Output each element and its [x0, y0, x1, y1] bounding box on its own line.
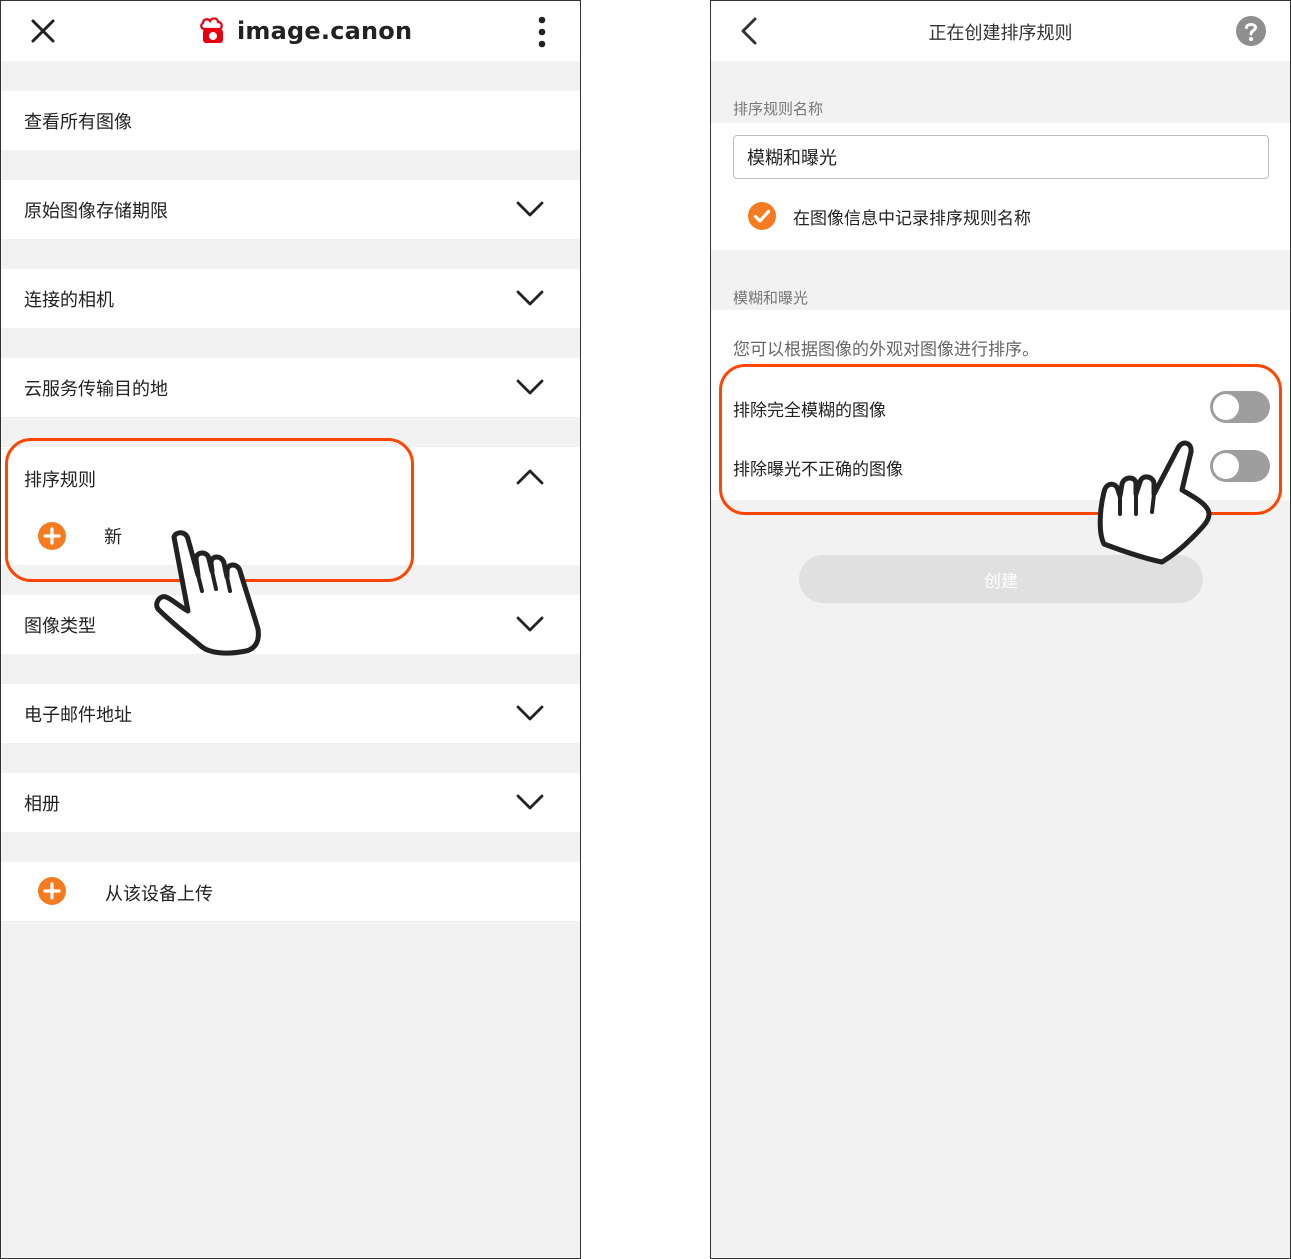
left-screen: image.canon 查看所有图像 原始图像存储期限 连接的相机 云服务传输目… — [0, 0, 581, 1259]
record-name-checkbox[interactable]: 在图像信息中记录排序规则名称 — [747, 201, 1031, 231]
menu-item-sort-rules[interactable]: 排序规则 新 — [1, 447, 580, 565]
plus-circle-icon — [38, 522, 66, 550]
right-screen: 正在创建排序规则 排序规则名称 在图像信息中记录排序规则名称 模糊和曝光 您可以… — [710, 0, 1291, 1259]
menu-item-label: 连接的相机 — [24, 289, 114, 311]
record-name-label: 在图像信息中记录排序规则名称 — [793, 208, 1031, 229]
toggle-label: 排除曝光不正确的图像 — [733, 460, 903, 480]
menu-item-label: 排序规则 — [24, 470, 96, 491]
rule-name-input[interactable] — [733, 135, 1269, 179]
menu-item-connected-cameras[interactable]: 连接的相机 — [1, 269, 580, 328]
page-title: 正在创建排序规则 — [928, 23, 1073, 44]
menu-item-label: 图像类型 — [24, 615, 96, 637]
close-icon[interactable] — [29, 17, 57, 45]
chevron-down-icon — [516, 705, 544, 721]
pointing-hand-icon — [1097, 440, 1212, 565]
chevron-down-icon — [516, 379, 544, 395]
new-sort-rule-button[interactable]: 新 — [37, 521, 122, 551]
pointing-hand-icon — [154, 530, 261, 656]
menu-item-albums[interactable]: 相册 — [1, 773, 580, 832]
menu-item-label: 相册 — [24, 793, 60, 815]
toggle-knob — [1213, 394, 1239, 420]
app-logo: image.canon — [197, 11, 412, 51]
app-name: image.canon — [237, 17, 413, 45]
rule-section-label: 模糊和曝光 — [733, 289, 809, 307]
checkmark-circle-icon[interactable] — [747, 201, 777, 231]
chevron-down-icon — [516, 201, 544, 217]
chevron-down-icon — [516, 616, 544, 632]
rule-description: 您可以根据图像的外观对图像进行排序。 — [733, 340, 1039, 360]
menu-item-label: 电子邮件地址 — [24, 704, 132, 726]
menu-item-original-storage-period[interactable]: 原始图像存储期限 — [1, 180, 580, 239]
name-section-label: 排序规则名称 — [733, 100, 824, 118]
menu-item-cloud-destination[interactable]: 云服务传输目的地 — [1, 358, 580, 417]
menu-item-label: 云服务传输目的地 — [24, 378, 168, 400]
app-header: image.canon — [1, 1, 580, 61]
exclude-blurry-row: 排除完全模糊的图像 — [711, 387, 1290, 427]
cloud-camera-icon — [200, 17, 223, 43]
help-icon[interactable] — [1235, 15, 1267, 47]
chevron-down-icon — [516, 794, 544, 810]
menu-item-view-all-images[interactable]: 查看所有图像 — [1, 91, 580, 150]
exclude-bad-exposure-toggle[interactable] — [1210, 450, 1270, 482]
exclude-blurry-toggle[interactable] — [1210, 391, 1270, 423]
menu-item-email-address[interactable]: 电子邮件地址 — [1, 684, 580, 743]
plus-circle-icon — [38, 877, 66, 905]
menu-item-image-types[interactable]: 图像类型 — [1, 595, 580, 654]
menu-item-label: 查看所有图像 — [24, 111, 132, 133]
chevron-down-icon — [516, 290, 544, 306]
upload-label: 从该设备上传 — [105, 884, 213, 905]
new-sort-rule-label: 新 — [104, 527, 122, 548]
upload-from-device-button[interactable]: 从该设备上传 — [1, 862, 580, 921]
menu-item-label: 原始图像存储期限 — [24, 200, 168, 222]
page-header: 正在创建排序规则 — [711, 1, 1290, 61]
toggle-label: 排除完全模糊的图像 — [733, 401, 886, 421]
more-vertical-icon[interactable] — [533, 15, 551, 49]
chevron-up-icon[interactable] — [515, 466, 545, 488]
